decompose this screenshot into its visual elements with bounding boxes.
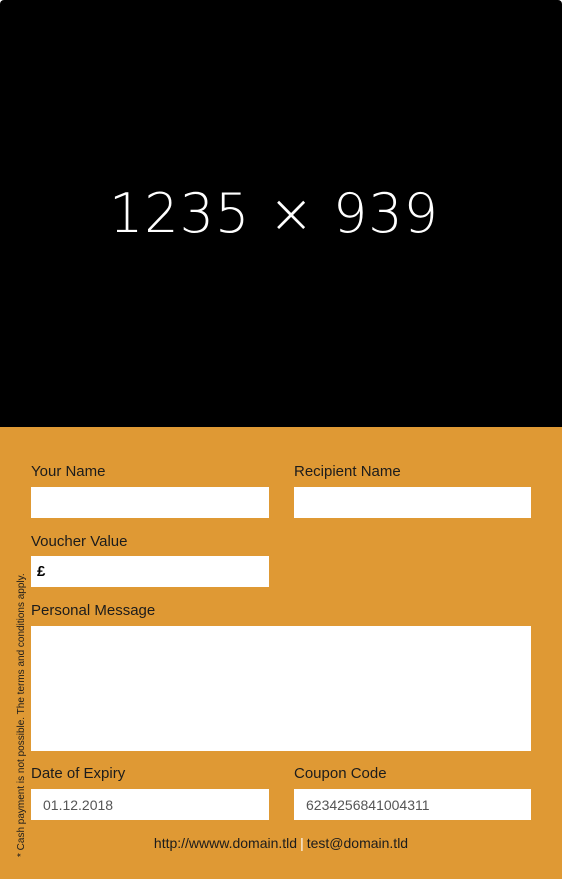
personal-message-label: Personal Message bbox=[31, 602, 156, 619]
terms-note-text: * Cash payment is not possible. The term… bbox=[16, 573, 27, 857]
footer-contact: http://wwww.domain.tld | test@domain.tld bbox=[0, 835, 562, 851]
recipient-name-input[interactable] bbox=[294, 487, 531, 518]
date-of-expiry-label: Date of Expiry bbox=[31, 765, 126, 782]
footer-website-link[interactable]: http://wwww.domain.tld bbox=[154, 835, 297, 851]
voucher-form: Your Name Recipient Name Voucher Value £… bbox=[0, 427, 562, 879]
voucher-value-input[interactable]: £ bbox=[31, 556, 269, 587]
voucher-value-label: Voucher Value bbox=[31, 533, 128, 550]
currency-symbol: £ bbox=[37, 563, 46, 580]
footer-separator: | bbox=[300, 835, 304, 851]
personal-message-textarea[interactable] bbox=[31, 626, 531, 751]
your-name-label: Your Name bbox=[31, 463, 106, 480]
footer-email-link[interactable]: test@domain.tld bbox=[307, 835, 408, 851]
coupon-code-input[interactable]: 6234256841004311 bbox=[294, 789, 531, 820]
coupon-code-label: Coupon Code bbox=[294, 765, 387, 782]
date-of-expiry-input[interactable]: 01.12.2018 bbox=[31, 789, 269, 820]
your-name-input[interactable] bbox=[31, 487, 269, 518]
recipient-name-label: Recipient Name bbox=[294, 463, 401, 480]
image-dimensions-text: 1235 × 939 bbox=[108, 182, 440, 245]
voucher-image-placeholder: 1235 × 939 bbox=[0, 0, 562, 427]
